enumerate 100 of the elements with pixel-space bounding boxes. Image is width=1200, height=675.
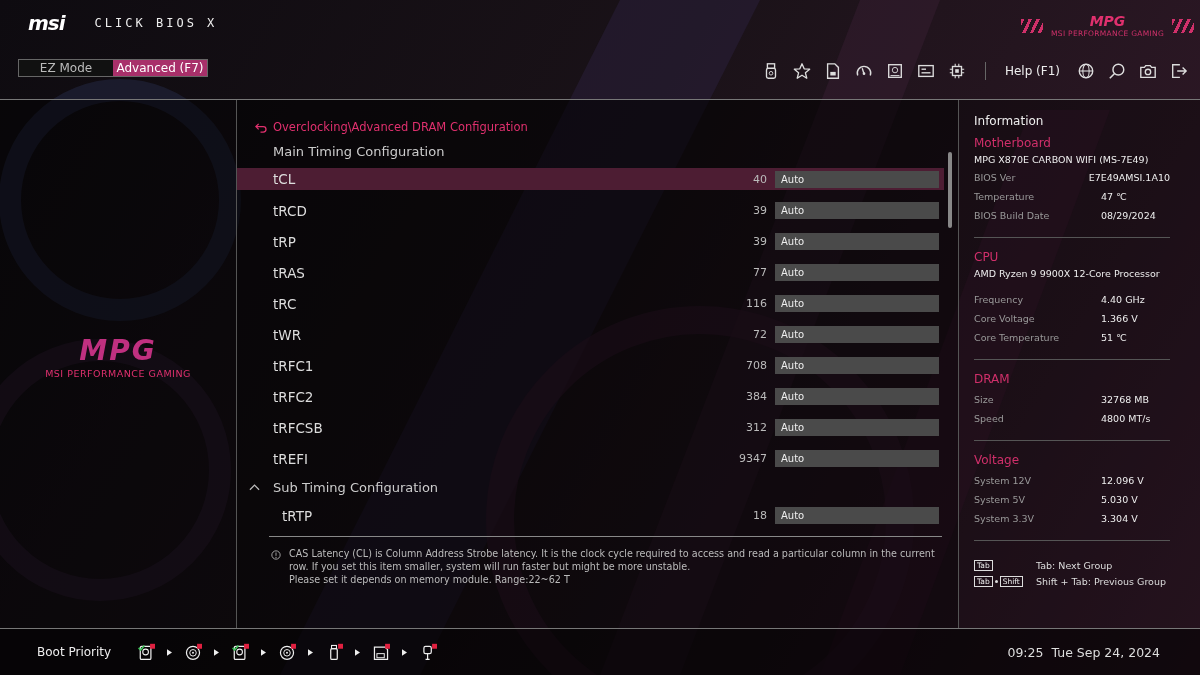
- setting-row[interactable]: tRP 39 Auto: [237, 226, 944, 257]
- info-value: 1.366 V: [1101, 313, 1138, 324]
- option-field[interactable]: Auto: [775, 357, 939, 374]
- setting-row[interactable]: tRC 116 Auto: [237, 288, 944, 319]
- option-field[interactable]: Auto: [775, 202, 939, 219]
- globe-icon[interactable]: [1077, 62, 1095, 81]
- arrow-icon: [261, 648, 267, 656]
- info-value: 4800 MT/s: [1101, 413, 1151, 424]
- setting-name: tWR: [273, 326, 303, 343]
- info-value: 12.096 V: [1101, 475, 1144, 486]
- info-label: Size: [974, 394, 995, 405]
- cpu-chip-icon[interactable]: [947, 62, 966, 81]
- info-label: Temperature: [974, 191, 1036, 202]
- info-label: Core Voltage: [974, 313, 1036, 324]
- setting-row[interactable]: tRTP 18 Auto: [237, 500, 944, 531]
- hard-drive-icon[interactable]: [231, 643, 250, 661]
- info-value: 51 ℃: [1101, 332, 1127, 343]
- mode-tab[interactable]: Advanced (F7): [113, 60, 207, 77]
- info-label: System 5V: [974, 494, 1026, 505]
- help-button[interactable]: Help (F1): [1004, 64, 1064, 79]
- setting-row[interactable]: tRAS 77 Auto: [237, 257, 944, 288]
- setting-name: tRFCSB: [273, 419, 324, 436]
- product-title: CLICK BIOS X: [94, 15, 218, 30]
- model-name: AMD Ryzen 9 9900X 12-Core Processor: [974, 268, 1161, 279]
- disc-icon[interactable]: [278, 643, 297, 661]
- exit-icon[interactable]: [1170, 62, 1188, 81]
- mode-tab[interactable]: EZ Mode: [19, 60, 113, 77]
- info-value: 4.40 GHz: [1101, 294, 1145, 305]
- setting-value: 116: [746, 297, 767, 310]
- arrow-icon: [355, 648, 361, 656]
- search-icon[interactable]: [1108, 62, 1126, 81]
- arrow-icon: [308, 648, 314, 656]
- option-field[interactable]: Auto: [775, 419, 939, 436]
- setting-value: 18: [753, 509, 767, 522]
- info-value: 08/29/2024: [1101, 210, 1156, 221]
- model-name: MPG X870E CARBON WIFI (MS-7E49): [974, 154, 1150, 165]
- setting-name: tRFC2: [273, 388, 315, 405]
- setting-value: 39: [753, 204, 767, 217]
- drive-bay-icon[interactable]: [885, 62, 904, 81]
- section-heading: CPU: [974, 250, 1000, 264]
- option-field[interactable]: Auto: [775, 295, 939, 312]
- setting-name: tRCD: [273, 202, 308, 219]
- info-label: System 3.3V: [974, 513, 1036, 524]
- setting-row[interactable]: tRFCSB 312 Auto: [237, 412, 944, 443]
- shortcut-text: Shift + Tab: Previous Group: [1036, 575, 1166, 587]
- info-label: BIOS Build Date: [974, 210, 1051, 221]
- setting-value: 77: [753, 266, 767, 279]
- clock-date: Tue Sep 24, 2024: [1051, 644, 1160, 660]
- setting-name: tCL: [273, 171, 297, 187]
- help-text: Please set it depends on memory module. Range:22~62 T: [289, 573, 571, 586]
- setting-row[interactable]: tRFC2 384 Auto: [237, 381, 944, 412]
- info-value: E7E49AMSI.1A10: [1088, 172, 1170, 183]
- setting-row[interactable]: tREFI 9347 Auto: [237, 443, 944, 474]
- setting-value: 72: [753, 328, 767, 341]
- group-title[interactable]: Sub Timing Configuration: [273, 479, 439, 495]
- setting-row[interactable]: tRCD 39 Auto: [237, 195, 944, 226]
- info-label: Speed: [974, 413, 1005, 424]
- disc-icon[interactable]: [184, 643, 203, 661]
- shortcut-text: Tab: Next Group: [1036, 559, 1113, 571]
- option-field[interactable]: Auto: [775, 233, 939, 250]
- floppy-icon[interactable]: [372, 643, 391, 661]
- back-arrow-icon[interactable]: [254, 121, 267, 133]
- setting-row[interactable]: tWR 72 Auto: [237, 319, 944, 350]
- clock-time: 09:25: [1007, 644, 1044, 660]
- info-label: Frequency: [974, 294, 1025, 305]
- section-heading: Motherboard: [974, 136, 1052, 150]
- group-title: Main Timing Configuration: [273, 143, 445, 159]
- option-field[interactable]: Auto: [775, 264, 939, 281]
- setting-row[interactable]: tCL 40 Auto: [237, 168, 944, 190]
- setting-name: tREFI: [273, 450, 309, 467]
- setting-value: 40: [753, 172, 767, 186]
- option-field[interactable]: Auto: [775, 450, 939, 467]
- info-value: 5.030 V: [1101, 494, 1138, 505]
- brand-logo: msi: [28, 10, 65, 35]
- option-field[interactable]: Auto: [775, 388, 939, 405]
- info-value: 47 ℃: [1101, 191, 1127, 202]
- setting-name: tRFC1: [273, 357, 315, 374]
- option-field[interactable]: Auto: [775, 507, 939, 524]
- setting-value: 708: [746, 359, 767, 372]
- option-field[interactable]: Auto: [775, 326, 939, 343]
- mpg-logo: MPG MSI PERFORMANCE GAMING: [45, 335, 191, 379]
- hard-drive-icon[interactable]: [137, 643, 156, 661]
- setting-value: 384: [746, 390, 767, 403]
- arrow-icon: [402, 648, 408, 656]
- caret-icon[interactable]: [249, 483, 260, 491]
- breadcrumb[interactable]: Overclocking\Advanced DRAM Configuration: [273, 120, 528, 134]
- setting-name: tRC: [273, 295, 298, 312]
- setting-value: 39: [753, 235, 767, 248]
- setting-name: tRTP: [282, 507, 314, 524]
- scrollbar-thumb[interactable]: [948, 152, 952, 228]
- section-heading: DRAM: [974, 372, 1011, 386]
- setting-value: 312: [746, 421, 767, 434]
- option-field[interactable]: Auto: [775, 170, 939, 188]
- info-label: BIOS Ver: [974, 172, 1017, 183]
- setting-name: tRP: [273, 233, 297, 250]
- setting-row[interactable]: tRFC1 708 Auto: [237, 350, 944, 381]
- info-value: 32768 MB: [1101, 394, 1149, 405]
- camera-icon[interactable]: [1139, 62, 1157, 81]
- section-heading: Voltage: [974, 453, 1020, 467]
- star-icon[interactable]: [792, 62, 811, 81]
